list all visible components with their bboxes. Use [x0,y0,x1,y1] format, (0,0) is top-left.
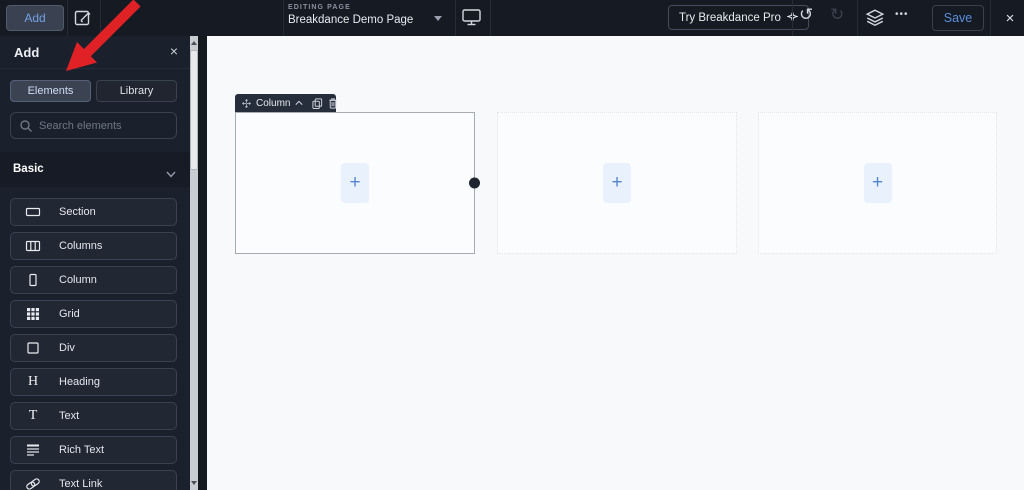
divider [990,0,991,36]
divider [490,0,491,36]
divider [100,0,101,36]
save-button[interactable]: Save [932,5,984,31]
element-item-columns[interactable]: Columns [10,232,177,260]
add-element-button[interactable]: + [603,163,631,203]
try-pro-button[interactable]: Try Breakdance Pro [668,5,809,30]
add-element-button[interactable]: + [863,163,892,203]
duplicate-icon[interactable] [312,97,323,109]
heading-icon: H [27,374,39,389]
section-title: Basic [13,163,44,175]
search-input[interactable] [39,114,173,137]
badge-label: Column [256,97,291,109]
canvas-column-1[interactable]: + [235,112,480,254]
tab-elements[interactable]: Elements [10,80,91,102]
div-icon [25,340,41,356]
page-title: Breakdance Demo Page [288,14,414,26]
element-item-label: Columns [59,240,103,252]
divider [792,0,793,36]
try-pro-label: Try Breakdance Pro [679,11,781,24]
element-item-div[interactable]: Div [10,334,177,362]
element-item-text[interactable]: T Text [10,402,177,430]
canvas-column-2[interactable]: + [497,112,737,254]
scroll-down-arrow-icon[interactable] [191,481,197,485]
element-item-label: Div [59,342,75,354]
divider [455,0,456,36]
element-item-label: Grid [59,308,80,320]
canvas-column-3[interactable]: + [758,112,997,254]
divider [283,0,284,36]
element-item-label: Section [59,206,96,218]
element-item-heading[interactable]: H Heading [10,368,177,396]
panel-title: Add [14,45,40,60]
element-item-section[interactable]: Section [10,198,177,226]
redo-button[interactable]: ↻ [830,6,844,23]
add-elements-panel: Add × Elements Library Basic Section [0,36,190,490]
element-item-grid[interactable]: Grid [10,300,177,328]
top-toolbar: Add EDITING PAGE Breakdance Demo Page Tr… [0,0,1024,36]
page-switcher[interactable]: EDITING PAGE Breakdance Demo Page [288,4,413,26]
add-button[interactable]: Add [6,5,64,31]
element-item-label: Rich Text [59,444,105,456]
scroll-up-arrow-icon[interactable] [191,41,197,45]
column-resize-handle[interactable] [469,177,480,189]
add-element-button[interactable]: + [341,163,369,203]
divider [857,0,858,36]
editing-page-label: EDITING PAGE [288,4,351,11]
element-item-rich-text[interactable]: Rich Text [10,436,177,464]
edit-page-button[interactable] [72,7,94,29]
chevron-down-icon[interactable] [434,16,442,21]
panel-canvas-gap [198,36,207,490]
search-box [10,112,177,139]
delete-icon[interactable] [328,97,338,109]
tab-library[interactable]: Library [96,80,177,102]
move-icon[interactable] [242,98,251,108]
close-panel-button[interactable]: × [170,43,178,59]
grid-icon [25,306,41,322]
structure-panel-button[interactable] [865,8,885,28]
search-icon [20,120,32,132]
responsive-preview-button[interactable] [461,8,482,27]
text-icon: T [28,408,38,423]
monitor-icon [461,9,482,30]
more-options-button[interactable]: ••• [895,10,909,20]
undo-button[interactable]: ↺ [799,6,813,23]
scrollbar-thumb[interactable] [190,50,198,170]
chevron-up-icon[interactable] [295,100,304,106]
section-basic-header[interactable]: Basic [0,152,190,187]
element-item-label: Column [59,274,97,286]
column-icon [25,272,41,288]
element-item-label: Text [59,410,80,422]
close-builder-button[interactable]: × [1001,8,1019,28]
rich-text-icon [25,442,41,458]
divider [67,0,68,36]
text-link-icon [25,476,41,490]
sidebar-scrollbar[interactable] [190,36,198,490]
element-item-label: Text Link [59,478,103,490]
layers-icon [865,9,885,31]
element-item-column[interactable]: Column [10,266,177,294]
editor-canvas[interactable]: Column + + + [207,36,1024,490]
section-icon [25,204,41,220]
element-item-label: Heading [59,376,100,388]
panel-header: Add × [0,36,190,69]
pencil-square-icon [73,10,93,30]
element-item-text-link[interactable]: Text Link [10,470,177,490]
selected-element-badge[interactable]: Column [235,94,338,112]
columns-icon [25,238,41,254]
chevron-down-icon [166,165,176,183]
